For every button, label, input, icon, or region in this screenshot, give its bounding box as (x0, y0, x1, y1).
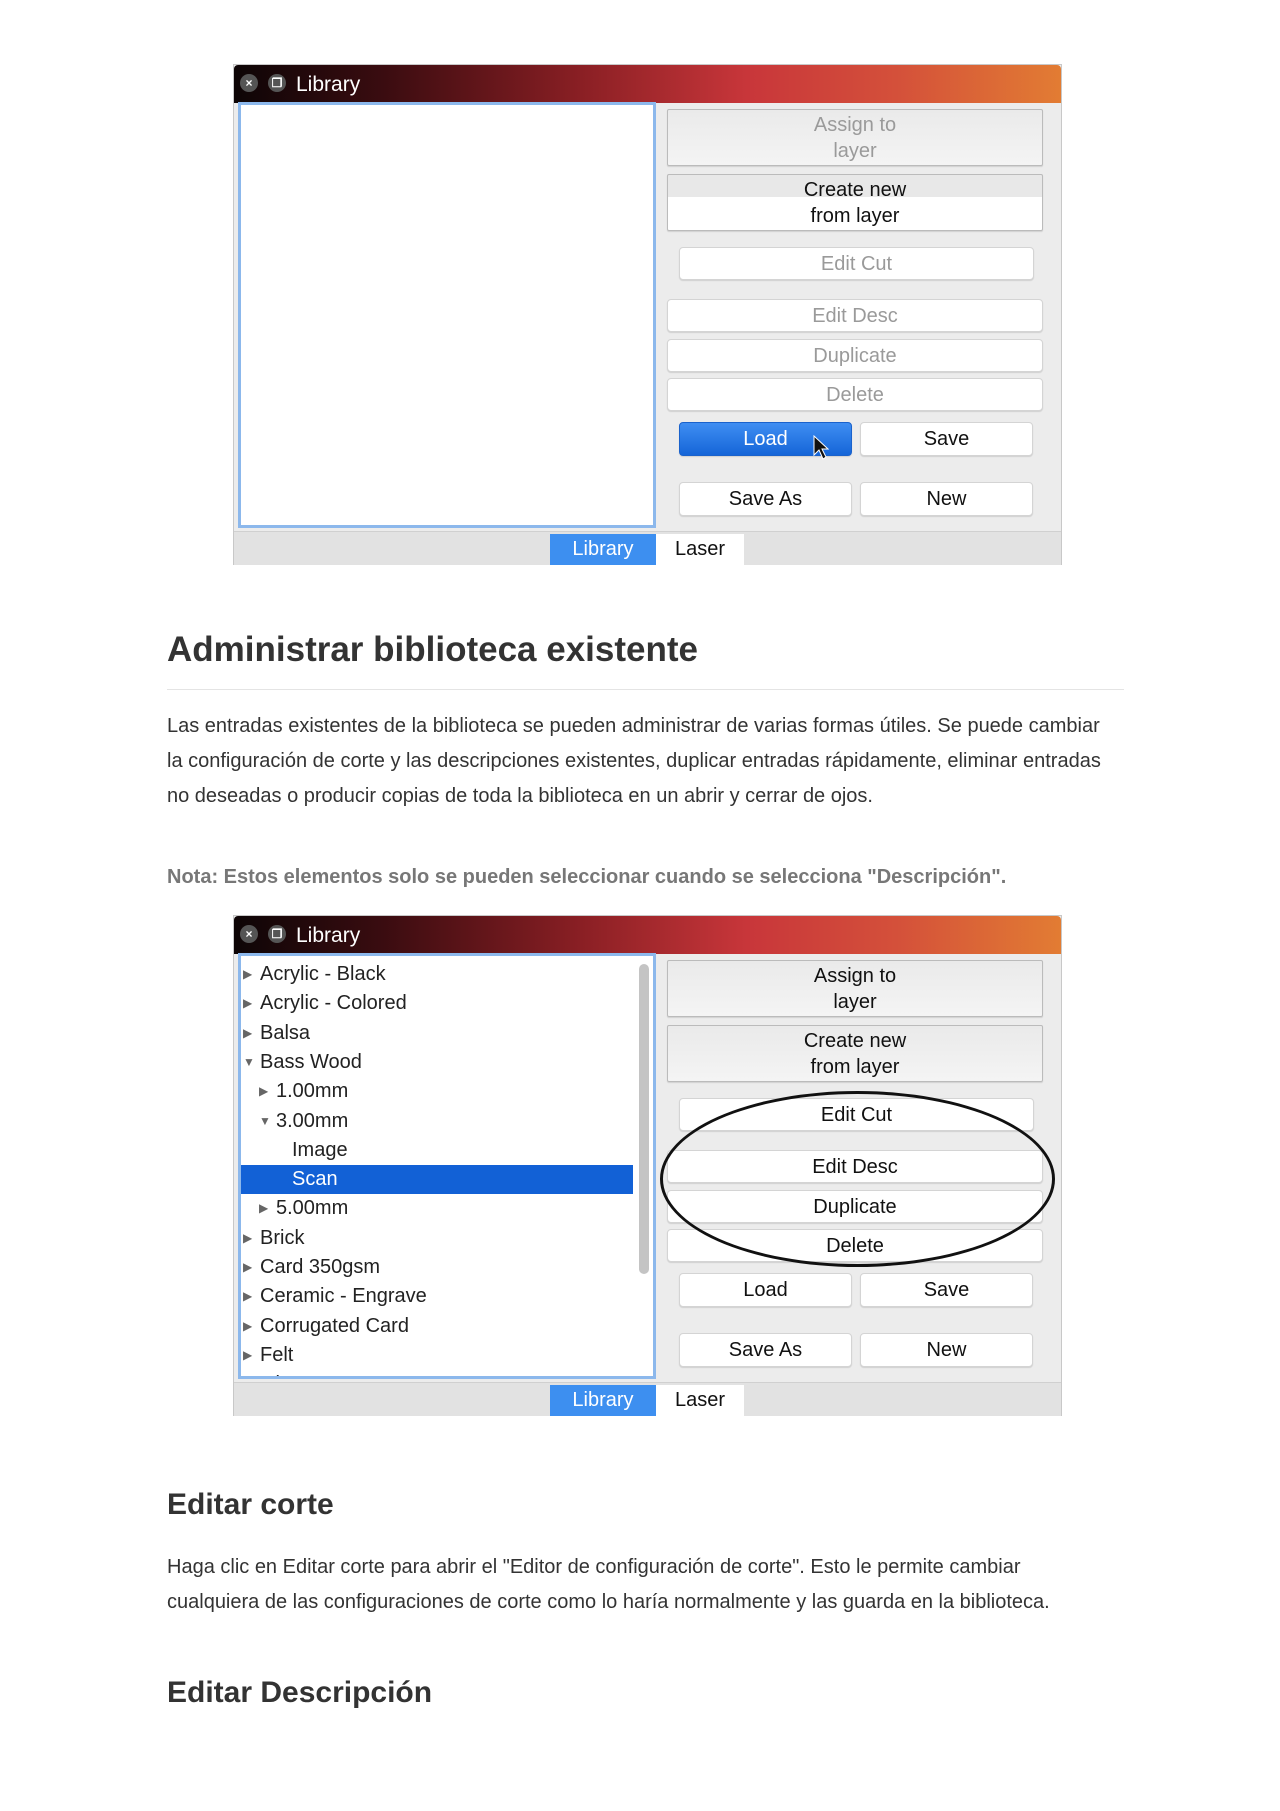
button-label: Create new (803, 1029, 907, 1052)
delete-button[interactable]: Delete (667, 378, 1043, 411)
tree-item[interactable]: ▶ Glass - E... (241, 1370, 633, 1376)
disclosure-collapsed-icon[interactable]: ▶ (243, 1370, 252, 1376)
button-label: layer (833, 990, 877, 1013)
tree-item[interactable]: ▶ Corrugated Card (241, 1312, 633, 1341)
tree-item-label: Corrugated Card (260, 1314, 409, 1337)
duplicate-button[interactable]: Duplicate (667, 339, 1043, 372)
section-paragraph: Las entradas existentes de la biblioteca… (167, 715, 1101, 807)
divider (167, 689, 1124, 690)
tree-item-label: 1.00mm (276, 1080, 349, 1103)
new-button[interactable]: New (860, 1333, 1033, 1367)
tab-laser[interactable]: Laser (656, 534, 744, 565)
tree-item-label: Balsa (260, 1021, 311, 1044)
scrollbar[interactable] (639, 964, 649, 1274)
create-from-layer-button[interactable]: Create new from layer (667, 174, 1043, 231)
tree-item-label: 3.00mm (276, 1109, 349, 1132)
save-as-button[interactable]: Save As (679, 1333, 852, 1367)
window-titlebar: × ❐ Library (234, 65, 1061, 103)
tree-item[interactable]: ▶ Acrylic - Colored (241, 989, 633, 1018)
tree-item-label: Felt (260, 1343, 294, 1366)
tree-item[interactable]: ▶ Balsa (241, 1019, 633, 1048)
disclosure-collapsed-icon[interactable]: ▶ (243, 1253, 252, 1282)
edit-cut-paragraph: Haga clic en Editar corte para abrir el … (167, 1556, 1050, 1613)
disclosure-collapsed-icon[interactable]: ▶ (259, 1077, 268, 1106)
tree-item[interactable]: ▼ 3.00mm (241, 1107, 633, 1136)
disclosure-collapsed-icon[interactable]: ▶ (243, 960, 252, 989)
restore-icon[interactable]: ❐ (268, 74, 286, 92)
tree-item[interactable]: ▶ Acrylic - Black (241, 960, 633, 989)
save-button[interactable]: Save (860, 1273, 1033, 1307)
tree-item[interactable]: ▶ Card 350gsm (241, 1253, 633, 1282)
save-as-button[interactable]: Save As (679, 482, 852, 516)
disclosure-collapsed-icon[interactable]: ▶ (243, 1019, 252, 1048)
library-tree[interactable]: ▶ Acrylic - Black ▶ Acrylic - Colored ▶ Balsa… (238, 953, 656, 1379)
tree-item[interactable]: ▶ Ceramic - Engrave (241, 1282, 633, 1311)
window-title: Library (296, 924, 361, 947)
button-label: layer (833, 139, 877, 162)
save-button[interactable]: Save (860, 422, 1033, 456)
cursor-icon (813, 435, 829, 460)
tree-item-label: Acrylic - Colored (260, 992, 407, 1015)
load-button[interactable]: Load (679, 1273, 852, 1307)
library-list[interactable] (238, 102, 656, 528)
window-titlebar: × ❐ Library (234, 916, 1061, 954)
disclosure-collapsed-icon[interactable]: ▶ (243, 1341, 252, 1370)
section-heading: Administrar biblioteca existente (167, 630, 698, 669)
new-button[interactable]: New (860, 482, 1033, 516)
edit-cut-button[interactable]: Edit Cut (679, 1098, 1034, 1131)
create-from-layer-button[interactable]: Create new from layer (667, 1025, 1043, 1082)
tab-bar: Library Laser (234, 1382, 1061, 1416)
edit-desc-button[interactable]: Edit Desc (667, 1150, 1043, 1183)
tree-item-label: 5.00mm (276, 1197, 349, 1220)
restore-icon[interactable]: ❐ (268, 925, 286, 943)
button-label: from layer (810, 1055, 900, 1078)
note-text: Nota: Estos elementos solo se pueden sel… (167, 866, 1007, 888)
disclosure-collapsed-icon[interactable]: ▶ (243, 1282, 252, 1311)
tab-bar: Library Laser (234, 531, 1061, 565)
tab-library[interactable]: Library (550, 1385, 656, 1416)
disclosure-collapsed-icon[interactable]: ▶ (243, 1224, 252, 1253)
button-label: Assign to (813, 964, 897, 987)
tree-item-label: Brick (260, 1226, 305, 1249)
disclosure-collapsed-icon[interactable]: ▶ (243, 989, 252, 1018)
tree-item[interactable]: Image (241, 1136, 633, 1165)
disclosure-collapsed-icon[interactable]: ▶ (243, 1312, 252, 1341)
tree-item[interactable]: ▶ Felt (241, 1341, 633, 1370)
assign-to-layer-button[interactable]: Assign to layer (667, 960, 1043, 1017)
tree-item-label: Bass Wood (260, 1050, 362, 1073)
tree-item-label: Ceramic - Engrave (260, 1285, 427, 1308)
edit-cut-heading: Editar corte (167, 1488, 334, 1521)
window-title: Library (296, 73, 361, 96)
edit-desc-heading: Editar Descripción (167, 1676, 433, 1709)
tree-item[interactable]: ▶ Brick (241, 1224, 633, 1253)
tree-item[interactable]: ▼ Bass Wood (241, 1048, 633, 1077)
disclosure-collapsed-icon[interactable]: ▶ (259, 1194, 268, 1223)
button-label: from layer (810, 204, 900, 227)
tree-item[interactable]: Scan (241, 1165, 633, 1195)
tree-item-label: Image (292, 1138, 348, 1161)
tree-item-label: Glass - E... (260, 1370, 359, 1376)
tree-item-label: Acrylic - Black (260, 963, 386, 985)
close-icon[interactable]: × (240, 925, 258, 943)
tab-library[interactable]: Library (550, 534, 656, 565)
disclosure-expanded-icon[interactable]: ▼ (243, 1048, 255, 1077)
tree-item-label: Scan (292, 1168, 338, 1191)
assign-to-layer-button[interactable]: Assign to layer (667, 109, 1043, 166)
duplicate-button[interactable]: Duplicate (667, 1190, 1043, 1223)
button-label: Create new (803, 178, 907, 201)
edit-cut-button[interactable]: Edit Cut (679, 247, 1034, 280)
tree-item-label: Card 350gsm (260, 1256, 381, 1278)
tree-item[interactable]: ▶ 5.00mm (241, 1194, 633, 1223)
library-window-empty: × ❐ Library Assign to layer Create new fro… (233, 64, 1062, 565)
button-label: Assign to (813, 113, 897, 136)
disclosure-expanded-icon[interactable]: ▼ (259, 1107, 271, 1136)
tab-laser[interactable]: Laser (656, 1385, 744, 1416)
library-window-populated: × ❐ Library ▶ Acrylic - Black ▶ Acrylic - C… (233, 915, 1062, 1416)
tree-item[interactable]: ▶ 1.00mm (241, 1077, 633, 1106)
edit-desc-button[interactable]: Edit Desc (667, 299, 1043, 332)
close-icon[interactable]: × (240, 74, 258, 92)
delete-button[interactable]: Delete (667, 1229, 1043, 1262)
